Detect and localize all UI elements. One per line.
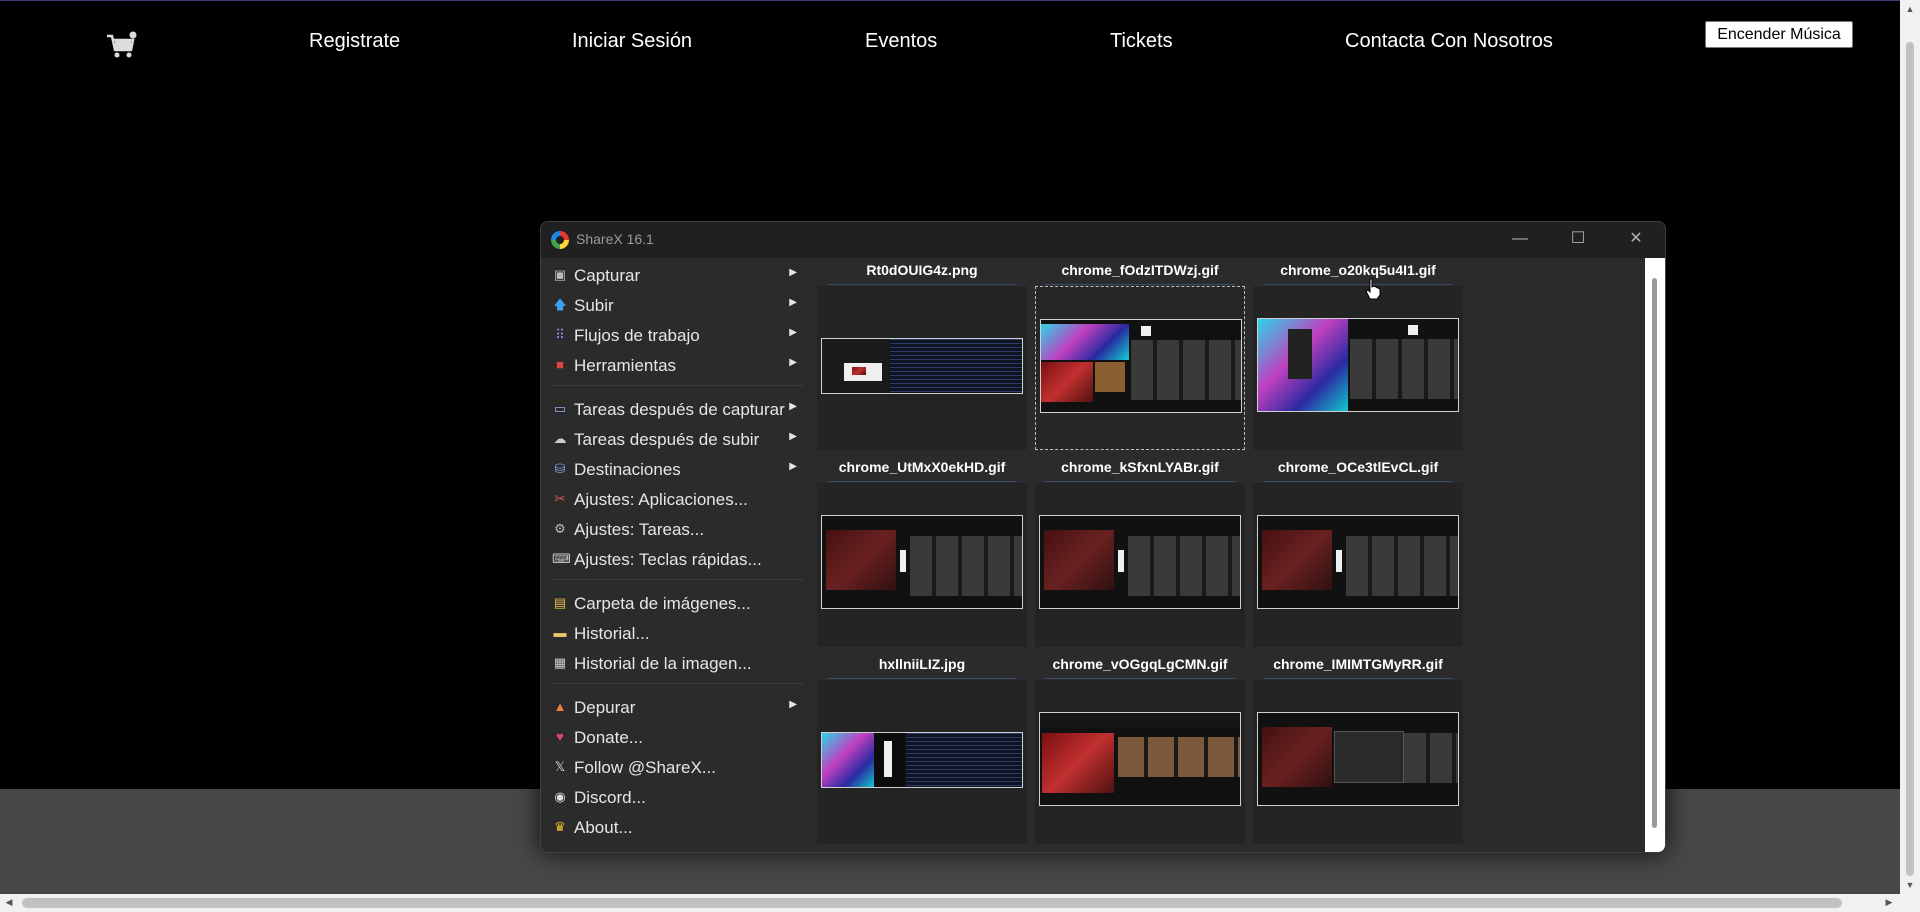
nav-tickets[interactable]: Tickets: [1110, 30, 1173, 53]
sharex-logo-icon: [551, 231, 569, 249]
cart-icon[interactable]: [105, 30, 137, 60]
menu-item-donate[interactable]: ♥ Donate...: [549, 724, 805, 750]
submenu-arrow-icon: ▶: [789, 461, 797, 472]
menu-item-depurar[interactable]: ▲ Depurar ▶: [549, 694, 805, 720]
menu-item-about[interactable]: ♛ About...: [549, 814, 805, 840]
thumbnail-item[interactable]: chrome_IMIMTGMyRR.gif: [1253, 652, 1463, 844]
menu-item-tareas-capturar[interactable]: ▭ Tareas después de capturar ▶: [549, 396, 805, 422]
scroll-right-arrow-icon[interactable]: ▶: [1882, 897, 1896, 908]
folder-icon: ▤: [553, 595, 567, 610]
thumbnail-item-selected[interactable]: chrome_fOdzITDWzj.gif: [1035, 258, 1245, 450]
thumbnail-image: [821, 515, 1023, 609]
nav-registrate[interactable]: Registrate: [309, 30, 400, 53]
thumbnail-image: [1257, 712, 1459, 806]
toolbox-icon: ■: [556, 357, 564, 372]
submenu-arrow-icon: ▶: [789, 357, 797, 368]
browser-top-border: [0, 0, 1920, 1]
menu-item-flujos[interactable]: ⠿ Flujos de trabajo ▶: [549, 322, 805, 348]
thumbnail-image: [1257, 318, 1459, 412]
menu-item-follow[interactable]: 𝕏 Follow @ShareX...: [549, 754, 805, 780]
maximize-button[interactable]: ☐: [1549, 222, 1607, 258]
thumbnail-item[interactable]: chrome_OCe3tlEvCL.gif: [1253, 455, 1463, 647]
menu-item-historial[interactable]: ▬ Historial...: [549, 620, 805, 646]
menu-separator: [553, 385, 803, 386]
menu-item-capturar[interactable]: ▣ Capturar ▶: [549, 262, 805, 288]
thumbnail-item[interactable]: chrome_UtMxX0ekHD.gif: [817, 455, 1027, 647]
thumbnail-scroll-thumb[interactable]: [1652, 278, 1657, 828]
x-logo-icon: 𝕏: [554, 759, 566, 774]
nav-iniciar-sesion[interactable]: Iniciar Sesión: [572, 30, 692, 53]
thumbnail-image: [1039, 515, 1241, 609]
submenu-arrow-icon: ▶: [789, 327, 797, 338]
close-button[interactable]: ✕: [1607, 222, 1665, 258]
scroll-left-arrow-icon[interactable]: ◀: [2, 897, 16, 908]
thumbnail-image: [821, 338, 1023, 394]
thumbnail-image: [1257, 515, 1459, 609]
minimize-button[interactable]: —: [1491, 222, 1549, 258]
thumbnail-item[interactable]: chrome_o20kq5u4I1.gif: [1253, 258, 1463, 450]
upload-arrow-icon: 🡅: [553, 297, 567, 312]
horizontal-scroll-thumb[interactable]: [22, 898, 1842, 908]
heart-icon: ♥: [556, 729, 564, 744]
submenu-arrow-icon: ▶: [789, 431, 797, 442]
menu-item-herramientas[interactable]: ■ Herramientas ▶: [549, 352, 805, 378]
scroll-up-arrow-icon[interactable]: ▲: [1900, 4, 1920, 14]
cloud-icon: ☁: [553, 431, 567, 446]
submenu-arrow-icon: ▶: [789, 297, 797, 308]
menu-separator: [553, 683, 803, 684]
image-history-icon: ▦: [553, 655, 567, 670]
history-icon: ▬: [553, 625, 567, 640]
thumbnail-item[interactable]: hxllniiLIZ.jpg: [817, 652, 1027, 844]
menu-item-carpeta[interactable]: ▤ Carpeta de imágenes...: [549, 590, 805, 616]
crown-icon: ♛: [554, 819, 566, 834]
menu-item-ajustes-tareas[interactable]: ⚙ Ajustes: Tareas...: [549, 516, 805, 542]
hand-cursor-icon: [1365, 278, 1381, 300]
scrollbar-corner: [1900, 894, 1920, 912]
keyboard-icon: ⌨: [552, 551, 571, 566]
page: { "site": { "nav": [ {"label": "Registra…: [0, 0, 1920, 912]
menu-item-destinaciones[interactable]: ⛁ Destinaciones ▶: [549, 456, 805, 482]
sharex-main-menu: ▣ Capturar ▶ 🡅 Subir ▶ ⠿ Flujos de traba…: [541, 258, 809, 852]
gear-icon: ⚙: [554, 521, 566, 536]
cone-icon: ▲: [553, 699, 567, 714]
menu-item-tareas-subir[interactable]: ☁ Tareas después de subir ▶: [549, 426, 805, 452]
sharex-window: ShareX 16.1 — ☐ ✕ ▣ Capturar ▶ 🡅 Subir ▶…: [540, 221, 1666, 853]
nav-contacta[interactable]: Contacta Con Nosotros: [1345, 30, 1553, 53]
thumbnail-grid: Rt0dOUIG4z.png chrome_fOdzITDWzj.gif chr…: [817, 258, 1643, 852]
menu-item-historial-imagen[interactable]: ▦ Historial de la imagen...: [549, 650, 805, 676]
camera-icon: ▣: [553, 267, 567, 282]
nav-eventos[interactable]: Eventos: [865, 30, 937, 53]
submenu-arrow-icon: ▶: [789, 401, 797, 412]
thumbnail-item[interactable]: Rt0dOUIG4z.png: [817, 258, 1027, 450]
menu-item-discord[interactable]: ◉ Discord...: [549, 784, 805, 810]
menu-item-ajustes-aplicaciones[interactable]: ✂ Ajustes: Aplicaciones...: [549, 486, 805, 512]
menu-item-subir[interactable]: 🡅 Subir ▶: [549, 292, 805, 318]
submenu-arrow-icon: ▶: [789, 267, 797, 278]
sharex-titlebar[interactable]: ShareX 16.1 — ☐ ✕: [541, 222, 1665, 258]
thumbnail-image: [1039, 712, 1241, 806]
submenu-arrow-icon: ▶: [789, 699, 797, 710]
menu-item-ajustes-teclas[interactable]: ⌨ Ajustes: Teclas rápidas...: [549, 546, 805, 572]
drive-icon: ⛁: [554, 461, 566, 476]
thumbnail-item[interactable]: chrome_vOGgqLgCMN.gif: [1035, 652, 1245, 844]
tools-icon: ✂: [554, 491, 566, 506]
thumbnail-image: [821, 732, 1023, 788]
image-icon: ▭: [553, 401, 567, 416]
window-title: ShareX 16.1: [576, 231, 654, 247]
discord-icon: ◉: [554, 789, 566, 804]
vertical-scroll-thumb[interactable]: [1906, 42, 1914, 876]
thumbnail-item[interactable]: chrome_kSfxnLYABr.gif: [1035, 455, 1245, 647]
menu-separator: [553, 579, 803, 580]
grid-icon: ⠿: [555, 327, 565, 342]
thumbnail-image: [1040, 319, 1242, 413]
scroll-down-arrow-icon[interactable]: ▼: [1900, 880, 1920, 890]
music-toggle-button[interactable]: Encender Música: [1705, 21, 1853, 48]
